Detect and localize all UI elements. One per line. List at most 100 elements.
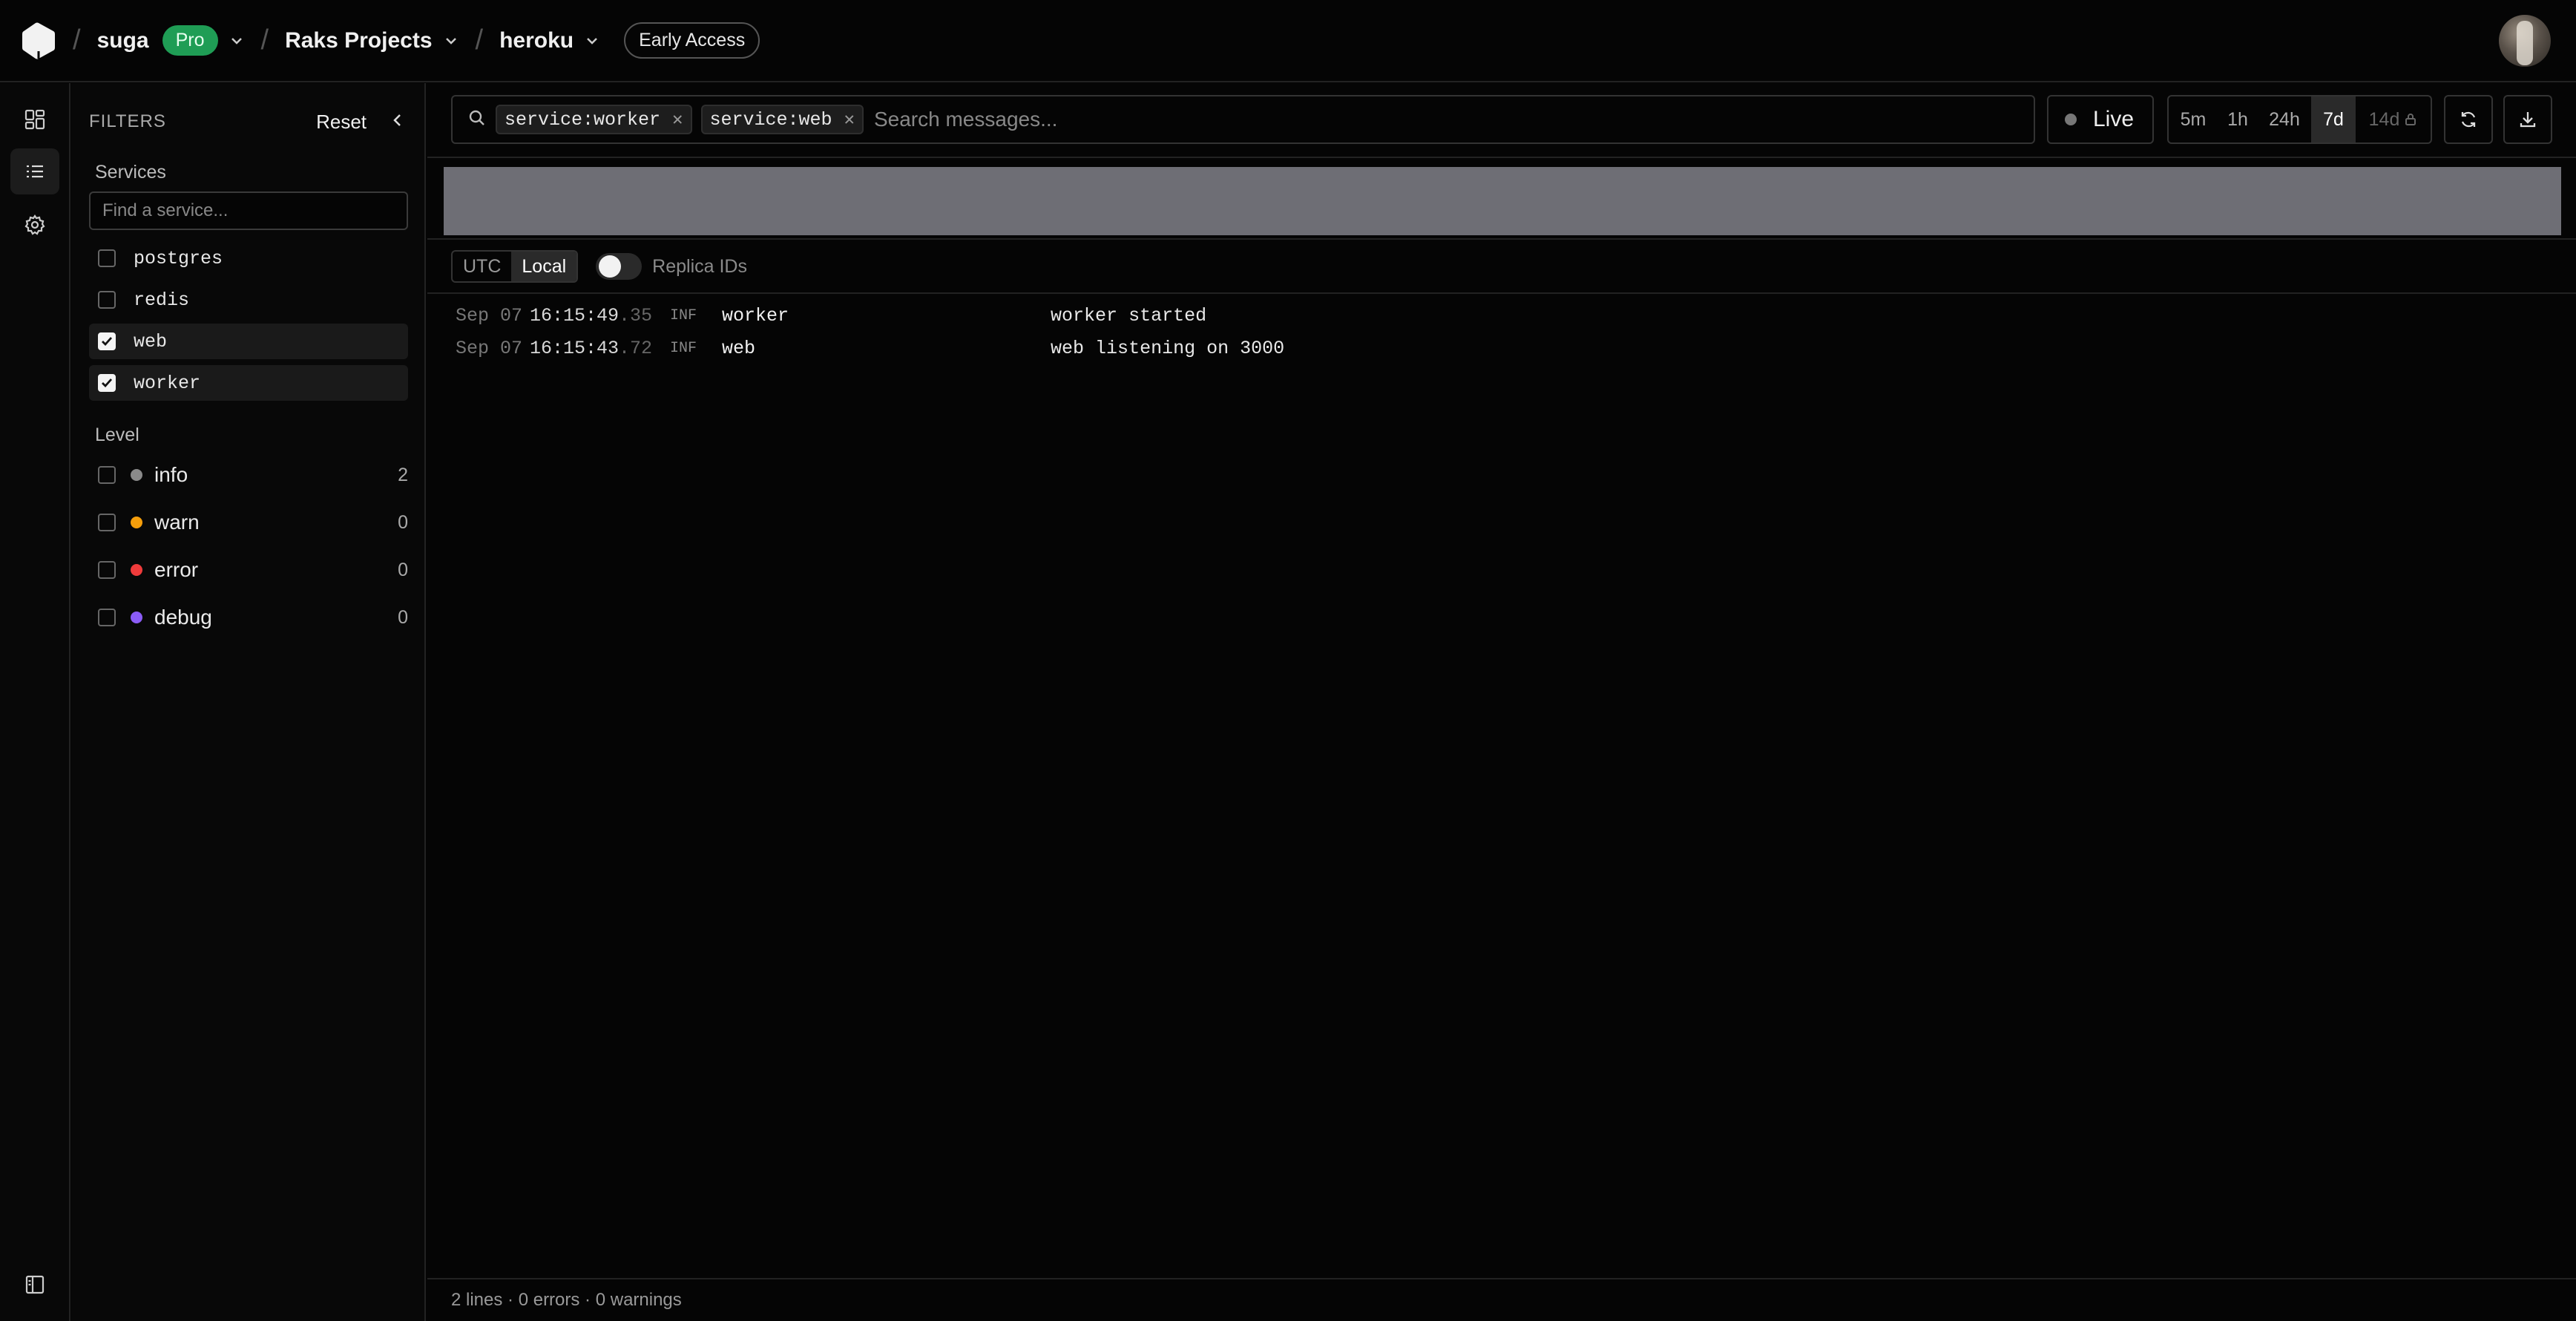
log-view-toolbar: UTC Local Replica IDs [427, 240, 2576, 294]
project-selector[interactable]: Raks Projects [285, 28, 459, 53]
remove-chip-close-icon[interactable]: ✕ [672, 108, 683, 131]
status-summary: 2 lines · 0 errors · 0 warnings [451, 1290, 682, 1310]
service-name: web [134, 330, 168, 353]
collapse-panel-chevron-left-icon[interactable] [389, 111, 407, 133]
user-avatar[interactable] [2499, 15, 2551, 67]
log-message: worker started [1051, 304, 1207, 327]
chip-label: service:web [709, 108, 832, 131]
level-item-warn[interactable]: warn 0 [89, 505, 408, 540]
log-service: worker [722, 304, 789, 327]
filters-header: FILTERS Reset [89, 107, 407, 137]
level-item-info[interactable]: info 2 [89, 457, 408, 493]
level-count: 0 [398, 559, 408, 580]
app-name: heroku [499, 27, 574, 53]
level-section-label: Level [95, 425, 139, 445]
breadcrumb-separator: / [73, 24, 81, 56]
reset-filters-button[interactable]: Reset [316, 111, 367, 134]
service-item-redis[interactable]: redis [89, 282, 408, 318]
service-name: worker [134, 372, 201, 394]
log-date: Sep 07 [456, 337, 523, 359]
service-checkbox-checked[interactable] [98, 332, 116, 350]
checkmark-icon [102, 378, 113, 388]
log-histogram[interactable] [444, 167, 2561, 235]
log-level: INF [670, 339, 697, 357]
level-dot-error [131, 564, 142, 576]
logs-main: service:worker ✕ service:web ✕ Live 5m 1… [427, 83, 2576, 1321]
level-checkbox[interactable] [98, 514, 116, 531]
level-name: debug [154, 606, 212, 629]
settings-gear-icon[interactable] [10, 202, 59, 248]
log-message: web listening on 3000 [1051, 337, 1285, 359]
log-date: Sep 07 [456, 304, 523, 327]
log-time: 16:15:43 [530, 337, 620, 359]
level-count: 0 [398, 606, 408, 628]
filters-panel: FILTERS Reset Services postgres redis we… [71, 83, 426, 1321]
level-item-debug[interactable]: debug 0 [89, 600, 408, 635]
service-name: redis [134, 289, 190, 311]
breadcrumb-separator: / [475, 24, 484, 56]
range-14d-locked[interactable]: 14d [2356, 96, 2431, 142]
range-24h[interactable]: 24h [2258, 96, 2311, 142]
search-messages-input[interactable] [873, 96, 2034, 142]
level-dot-debug [131, 612, 142, 623]
log-ms: .72 [619, 337, 653, 359]
log-time: 16:15:49 [530, 304, 620, 327]
log-search-bar[interactable]: service:worker ✕ service:web ✕ [451, 95, 2035, 144]
level-checkbox[interactable] [98, 466, 116, 484]
dashboard-icon[interactable] [10, 96, 59, 142]
level-name: error [154, 558, 199, 581]
switch-knob [599, 255, 622, 278]
service-item-worker[interactable]: worker [89, 365, 408, 401]
logs-status-footer: 2 lines · 0 errors · 0 warnings [427, 1278, 2576, 1321]
top-bar: / suga Pro / Raks Projects / heroku Earl… [0, 0, 2576, 82]
service-checkbox[interactable] [98, 291, 116, 309]
workspace-name[interactable]: suga [97, 28, 149, 53]
plan-badge: Pro [162, 25, 218, 56]
level-checkbox[interactable] [98, 609, 116, 626]
timezone-utc[interactable]: UTC [453, 252, 511, 281]
range-label: 14d [2368, 108, 2400, 130]
filter-chip-service-web[interactable]: service:web ✕ [700, 105, 864, 134]
search-icon [467, 108, 487, 131]
logs-list-icon[interactable] [10, 148, 59, 194]
level-checkbox[interactable] [98, 561, 116, 579]
level-count: 2 [398, 464, 408, 485]
service-search-input[interactable] [89, 191, 408, 230]
log-row[interactable]: Sep 07 16:15:43 .72 INF web web listenin… [456, 333, 1284, 363]
log-histogram-area [427, 157, 2576, 240]
project-chevron-down-icon [443, 33, 459, 49]
filters-title: FILTERS [89, 111, 166, 131]
filter-chip-service-worker[interactable]: service:worker ✕ [496, 105, 692, 134]
service-checkbox[interactable] [98, 249, 116, 267]
early-access-badge: Early Access [624, 22, 760, 59]
replica-ids-label: Replica IDs [652, 255, 747, 277]
timezone-local[interactable]: Local [511, 252, 577, 281]
time-range-selector: 5m 1h 24h 7d 14d [2167, 95, 2432, 144]
service-checkbox-checked[interactable] [98, 374, 116, 392]
service-item-web[interactable]: web [89, 324, 408, 359]
range-7d[interactable]: 7d [2311, 96, 2356, 142]
range-5m[interactable]: 5m [2169, 96, 2218, 142]
workspace-chevron-down-icon[interactable] [229, 33, 245, 49]
range-1h[interactable]: 1h [2218, 96, 2258, 142]
hexagon-logo-icon[interactable] [21, 22, 56, 60]
live-toggle-button[interactable]: Live [2047, 95, 2154, 144]
level-item-error[interactable]: error 0 [89, 552, 408, 588]
refresh-icon [2461, 111, 2476, 128]
app-selector[interactable]: heroku [499, 28, 600, 53]
checkmark-icon [102, 337, 113, 347]
level-name: info [154, 463, 188, 486]
service-item-postgres[interactable]: postgres [89, 240, 408, 276]
toggle-sidebar-icon[interactable] [10, 1262, 59, 1308]
lock-icon [2405, 114, 2416, 125]
log-row[interactable]: Sep 07 16:15:49 .35 INF worker worker st… [456, 301, 1206, 330]
remove-chip-close-icon[interactable]: ✕ [844, 108, 855, 131]
download-button[interactable] [2503, 95, 2552, 144]
log-service: web [722, 337, 756, 359]
timezone-toggle: UTC Local [451, 250, 579, 283]
services-section-label: Services [95, 162, 166, 183]
live-status-dot [2065, 114, 2077, 125]
level-dot-info [131, 469, 142, 481]
replica-ids-switch[interactable] [596, 253, 643, 280]
refresh-button[interactable] [2444, 95, 2493, 144]
